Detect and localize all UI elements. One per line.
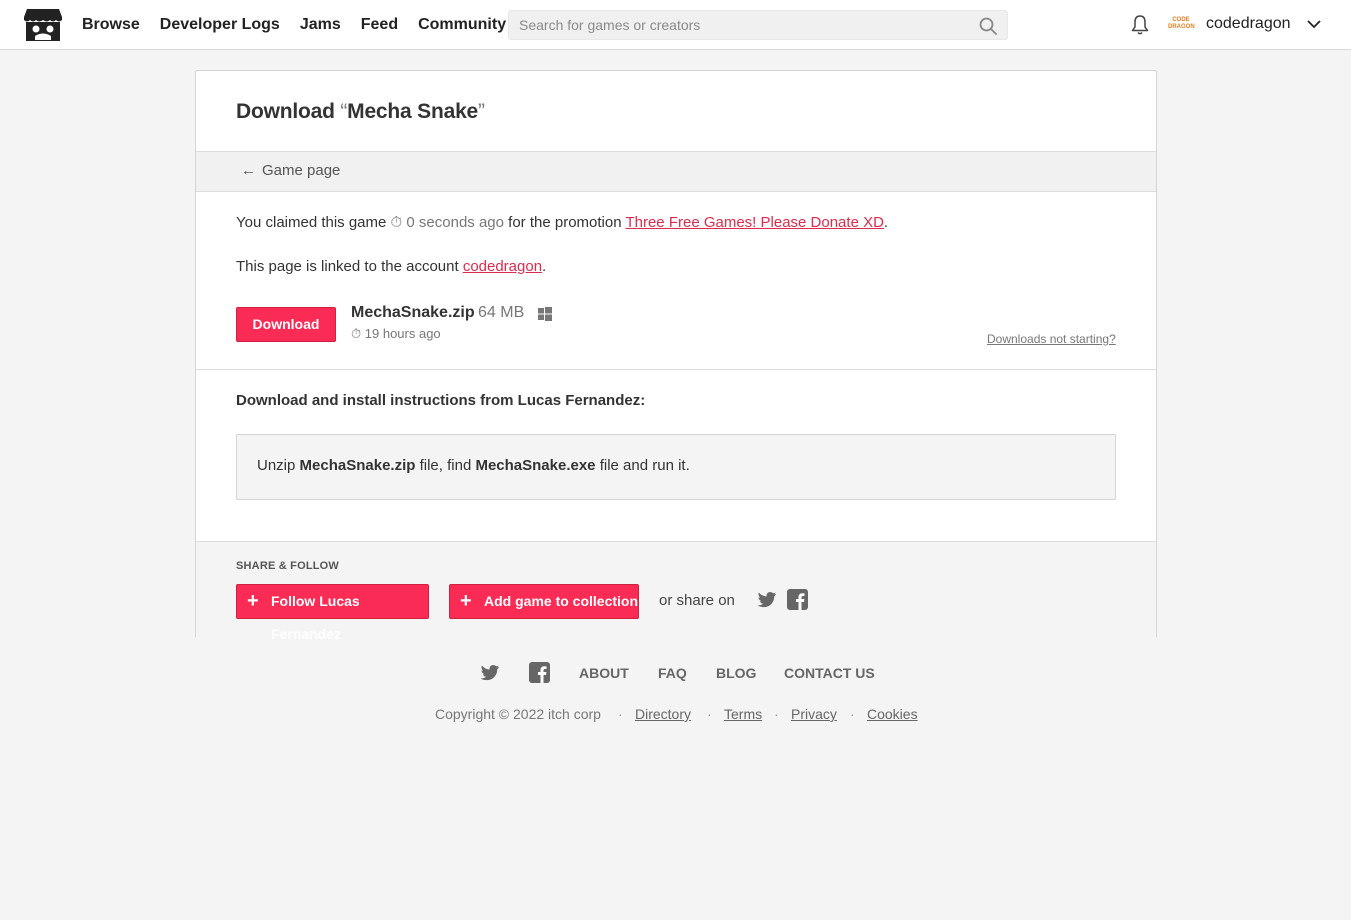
footer-separator: · xyxy=(774,706,779,722)
arrow-left-icon: ← xyxy=(241,162,256,179)
footer-about-link[interactable]: ABOUT xyxy=(579,665,629,681)
footer-directory-link[interactable]: Directory xyxy=(635,706,691,722)
instr-part3: file and run it. xyxy=(595,457,690,474)
divider xyxy=(196,369,1156,370)
title-prefix: Download xyxy=(236,100,341,123)
download-card: Download “Mecha Snake” ← Game page You cl… xyxy=(195,70,1157,642)
footer-cookies-link[interactable]: Cookies xyxy=(867,706,918,722)
plus-icon: + xyxy=(460,590,472,612)
share-label: SHARE & FOLLOW xyxy=(236,560,340,572)
title-row: Download “Mecha Snake” xyxy=(196,71,1156,152)
instructions-title: Download and install instructions from L… xyxy=(236,392,646,409)
file-size: 64 MB xyxy=(478,304,525,321)
nav-community[interactable]: Community xyxy=(418,16,506,34)
nav-browse[interactable]: Browse xyxy=(82,16,140,34)
instr-zip-name: MechaSnake.zip xyxy=(299,457,416,474)
main-nav: Browse Developer Logs Jams Feed Communit… xyxy=(82,0,526,50)
claim-text-mid: for the promotion xyxy=(504,214,626,231)
twitter-icon[interactable] xyxy=(757,591,777,609)
claim-time: 0 seconds ago xyxy=(406,214,504,231)
search-box xyxy=(508,10,1008,40)
instructions-box: Unzip MechaSnake.zip file, find MechaSna… xyxy=(236,434,1116,500)
account-info: This page is linked to the account coded… xyxy=(236,258,546,275)
bell-icon[interactable] xyxy=(1130,14,1150,36)
upload-time-text: 19 hours ago xyxy=(364,326,441,341)
chevron-down-icon[interactable] xyxy=(1306,17,1322,31)
footer-twitter-icon[interactable] xyxy=(480,664,500,682)
upload-time: ⏱ 19 hours ago xyxy=(351,326,441,342)
footer-faq-link[interactable]: FAQ xyxy=(658,665,687,681)
game-page-label: Game page xyxy=(262,162,341,179)
follow-label: Follow Lucas Fernandez xyxy=(271,593,360,642)
claim-text: You claimed this game xyxy=(236,214,391,231)
nav-jams[interactable]: Jams xyxy=(300,16,341,34)
share-follow-section: SHARE & FOLLOW + Follow Lucas Fernandez +… xyxy=(196,541,1156,642)
facebook-icon[interactable] xyxy=(787,589,808,610)
instr-part2: file, find xyxy=(415,457,476,474)
account-link[interactable]: codedragon xyxy=(463,258,542,275)
stopwatch-icon: ⏱ xyxy=(351,326,362,341)
back-row: ← Game page xyxy=(196,152,1156,192)
add-to-collection-button[interactable]: + Add game to collection xyxy=(449,584,639,619)
promotion-link[interactable]: Three Free Games! Please Donate XD xyxy=(625,214,883,231)
stopwatch-icon: ⏱ xyxy=(390,214,403,231)
close-quote: ” xyxy=(478,100,485,123)
footer-facebook-icon[interactable] xyxy=(529,662,550,683)
nav-developer-logs[interactable]: Developer Logs xyxy=(160,16,280,34)
footer-blog-link[interactable]: BLOG xyxy=(716,665,756,681)
username[interactable]: codedragon xyxy=(1206,15,1291,33)
footer-contact-link[interactable]: CONTACT US xyxy=(784,665,875,681)
nav-feed[interactable]: Feed xyxy=(361,16,398,34)
instr-part1: Unzip xyxy=(257,457,300,474)
top-header: Browse Developer Logs Jams Feed Communit… xyxy=(0,0,1351,50)
downloads-not-starting-link[interactable]: Downloads not starting? xyxy=(987,332,1116,346)
footer-separator: · xyxy=(618,706,623,722)
account-period: . xyxy=(542,258,547,275)
collection-label: Add game to collection xyxy=(484,593,639,609)
game-page-link[interactable]: ← Game page xyxy=(241,162,340,179)
file-name: MechaSnake.zip xyxy=(351,304,475,321)
search-input[interactable] xyxy=(509,11,969,39)
plus-icon: + xyxy=(247,590,259,612)
claim-period: . xyxy=(883,214,889,231)
footer-separator: · xyxy=(850,706,855,722)
follow-button[interactable]: + Follow Lucas Fernandez xyxy=(236,584,429,642)
itch-logo-icon[interactable] xyxy=(23,7,63,43)
claim-info: You claimed this game ⏱ 0 seconds ago fo… xyxy=(236,214,888,231)
game-name: Mecha Snake xyxy=(347,100,479,123)
windows-icon xyxy=(538,307,552,321)
footer-separator: · xyxy=(707,706,712,722)
page-title: Download “Mecha Snake” xyxy=(236,100,1156,124)
search-icon[interactable] xyxy=(979,17,997,35)
avatar[interactable]: CODE DRAGON xyxy=(1168,13,1195,37)
share-on-label: or share on xyxy=(659,592,735,609)
copyright: Copyright © 2022 itch corp xyxy=(435,706,601,722)
footer-privacy-link[interactable]: Privacy xyxy=(791,706,837,722)
account-text: This page is linked to the account xyxy=(236,258,463,275)
footer-terms-link[interactable]: Terms xyxy=(724,706,762,722)
download-button[interactable]: Download xyxy=(236,307,336,342)
instr-exe-name: MechaSnake.exe xyxy=(475,457,596,474)
